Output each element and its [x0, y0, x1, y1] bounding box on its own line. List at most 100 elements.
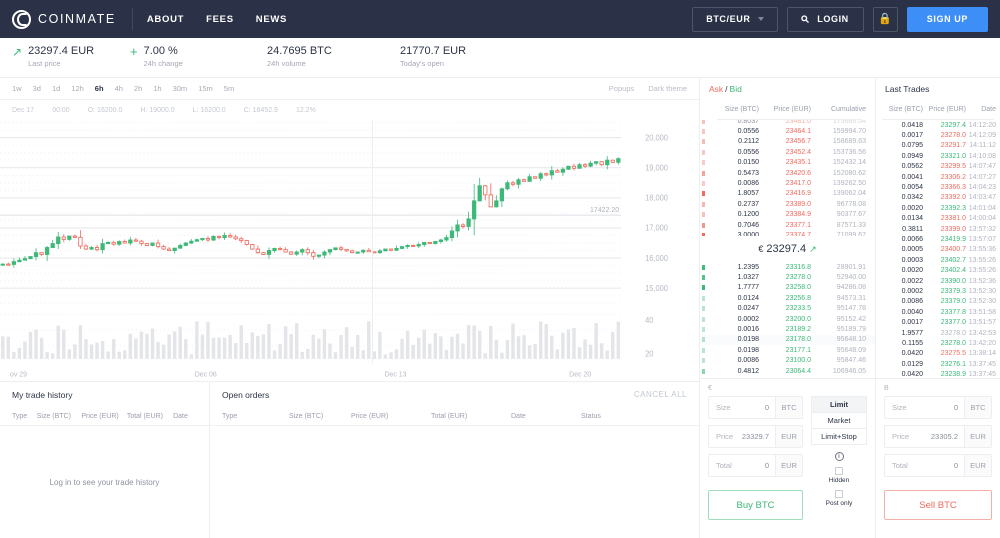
sell-size-field[interactable]: Size 0 BTC [884, 396, 992, 419]
order-book-row[interactable]: 1.032723278.052940.00 [700, 272, 875, 282]
timeframe-15m[interactable]: 15m [198, 84, 213, 93]
column-header: Total (EUR) [431, 413, 511, 420]
timeframe-3d[interactable]: 3d [33, 84, 41, 93]
order-book-row[interactable]: 0.012423256.894573.31 [700, 293, 875, 303]
row-price: 23189.2 [759, 326, 811, 333]
order-book-row[interactable]: 0.000223200.095152.42 [700, 314, 875, 324]
candlestick-chart[interactable]: 20,00019,00018,00017,00016,00015,0004020… [0, 120, 699, 381]
buy-submit-button[interactable]: Buy BTC [708, 490, 803, 520]
row-price: 23233.5 [759, 305, 811, 312]
buy-total-field[interactable]: Total 0 EUR [708, 454, 803, 477]
last-trade-row: 0.004023377.813:51:58 [876, 307, 1000, 317]
row-price: 23452.4 [759, 149, 811, 156]
order-book-row[interactable]: 0.170023064.3110866.98 [700, 376, 875, 378]
svg-text:Dec 13: Dec 13 [384, 369, 406, 378]
order-book-row[interactable]: 0.008623100.095847.46 [700, 356, 875, 366]
order-book-bids-scroll[interactable]: 1.239523316.828901.911.032723278.052940.… [700, 262, 875, 378]
chart-canvas[interactable]: 20,00019,00018,00017,00016,00015,0004020… [0, 120, 699, 381]
order-book-ask-label[interactable]: Ask [709, 84, 723, 94]
top-navigation-bar: COINMATE ABOUT FEES NEWS BTC/EUR ⚲ LOGIN… [0, 0, 1000, 38]
timeframe-2h[interactable]: 2h [134, 84, 142, 93]
trade-history-panel: My trade history TypeSize (BTC)Price (EU… [0, 382, 210, 538]
timeframe-1h[interactable]: 1h [153, 84, 161, 93]
order-book-row[interactable]: 0.055623464.1159994.70 [700, 126, 875, 136]
row-price: 23399.0 [923, 226, 966, 233]
order-book-row[interactable]: 0.008623417.0139262.50 [700, 178, 875, 188]
order-book-row[interactable]: 0.211223456.7158689.63 [700, 137, 875, 147]
security-lock-button[interactable]: 🔒 [873, 7, 898, 32]
order-book-row[interactable]: 1.805723416.9139062.04 [700, 189, 875, 199]
timeframe-12h[interactable]: 12h [71, 84, 84, 93]
hidden-checkbox[interactable] [835, 467, 843, 475]
timeframe-1w[interactable]: 1w [12, 84, 22, 93]
popups-toggle[interactable]: Popups [609, 84, 634, 93]
row-price: 23178.0 [759, 336, 811, 343]
order-book-row[interactable]: 0.024723233.595147.78 [700, 304, 875, 314]
brand-logo[interactable]: COINMATE [12, 10, 130, 29]
order-book-row[interactable]: 1.777723258.094286.08 [700, 283, 875, 293]
order-book-asks-scroll[interactable]: 0.803723481.0175686.040.055623464.115999… [700, 120, 875, 236]
order-book-row[interactable]: 1.239523316.828901.91 [700, 262, 875, 272]
order-book-row[interactable]: 3.000023374.771099.67 [700, 230, 875, 236]
buy-form-body: Size 0 BTC Price 23329.7 EUR Total [708, 396, 867, 538]
dark-theme-toggle[interactable]: Dark theme [648, 84, 687, 93]
order-book-row[interactable]: 0.019823177.195648.09 [700, 345, 875, 355]
nav-item-fees[interactable]: FEES [206, 14, 234, 25]
timeframe-1d[interactable]: 1d [52, 84, 60, 93]
header-actions: BTC/EUR ⚲ LOGIN 🔒 SIGN UP [692, 7, 988, 32]
order-type-limit[interactable]: Limit [811, 396, 867, 413]
order-book-row[interactable]: 0.055623452.4153736.56 [700, 147, 875, 157]
cancel-all-button[interactable]: CANCEL ALL [634, 390, 687, 399]
login-button[interactable]: ⚲ LOGIN [787, 7, 863, 32]
field-label: Total [885, 461, 908, 470]
pair-selector[interactable]: BTC/EUR [692, 7, 778, 32]
order-book-row[interactable]: 0.015023435.1152432.14 [700, 158, 875, 168]
depth-bar [702, 369, 705, 374]
post-only-checkbox[interactable] [835, 490, 843, 498]
order-book-row[interactable]: 0.273723389.096778.08 [700, 199, 875, 209]
sell-submit-label: Sell BTC [919, 500, 956, 511]
last-trade-row: 0.041823297.414:12:20 [876, 120, 1000, 130]
order-book-row[interactable]: 0.001623189.295189.79 [700, 324, 875, 334]
sell-price-field[interactable]: Price 23305.2 EUR [884, 425, 992, 448]
sell-submit-button[interactable]: Sell BTC [884, 490, 992, 520]
info-icon[interactable]: i [835, 452, 844, 461]
order-type-limit-stop[interactable]: Limit+Stop [811, 428, 867, 445]
timeframe-30m[interactable]: 30m [173, 84, 188, 93]
order-book-row[interactable]: 0.120023384.990377.67 [700, 210, 875, 220]
spread-indicator: € 23297.4 ↗ [700, 236, 875, 262]
row-price: 23366.3 [923, 184, 966, 191]
timeframe-5m[interactable]: 5m [224, 84, 234, 93]
last-trade-row: 0.000523400.713:55:36 [876, 245, 1000, 255]
ticker-label: 24h volume [267, 59, 332, 70]
order-book-row[interactable]: 0.547323420.6152080.62 [700, 168, 875, 178]
order-book-row[interactable]: 0.704623377.187571.33 [700, 220, 875, 230]
last-trades-scroll[interactable]: 0.041823297.414:12:200.001723278.014:12:… [876, 120, 1000, 378]
row-price: 23384.9 [759, 211, 811, 218]
last-trade-row: 0.008623379.013:52:30 [876, 297, 1000, 307]
sell-total-field[interactable]: Total 0 EUR [884, 454, 992, 477]
row-size: 0.0949 [882, 153, 923, 160]
column-price: Price (EUR) [923, 106, 966, 113]
buy-size-field[interactable]: Size 0 BTC [708, 396, 803, 419]
svg-text:Dec 20: Dec 20 [569, 369, 591, 378]
order-forms: € Size 0 BTC Price 23329.7 EUR [700, 378, 1000, 538]
row-size: 0.0086 [713, 357, 759, 364]
signup-button[interactable]: SIGN UP [907, 7, 988, 32]
buy-price-field[interactable]: Price 23329.7 EUR [708, 425, 803, 448]
row-size: 0.0418 [882, 122, 923, 129]
timeframe-6h[interactable]: 6h [95, 84, 104, 93]
nav-item-about[interactable]: ABOUT [147, 14, 184, 25]
order-book-row[interactable]: 0.019823178.095648.10 [700, 335, 875, 345]
open-orders-title: Open orders [222, 390, 269, 400]
nav-item-news[interactable]: NEWS [256, 14, 287, 25]
order-book-row[interactable]: 0.481223064.4106946.05 [700, 366, 875, 376]
row-price: 23297.4 [923, 122, 966, 129]
timeframe-4h[interactable]: 4h [115, 84, 123, 93]
row-size: 0.4812 [713, 368, 759, 375]
row-cumulative: 95847.46 [811, 357, 866, 364]
order-book-bid-label[interactable]: Bid [730, 84, 742, 94]
order-type-market[interactable]: Market [811, 412, 867, 429]
svg-text:17422.20: 17422.20 [590, 205, 619, 214]
field-value: 0 [954, 461, 964, 470]
